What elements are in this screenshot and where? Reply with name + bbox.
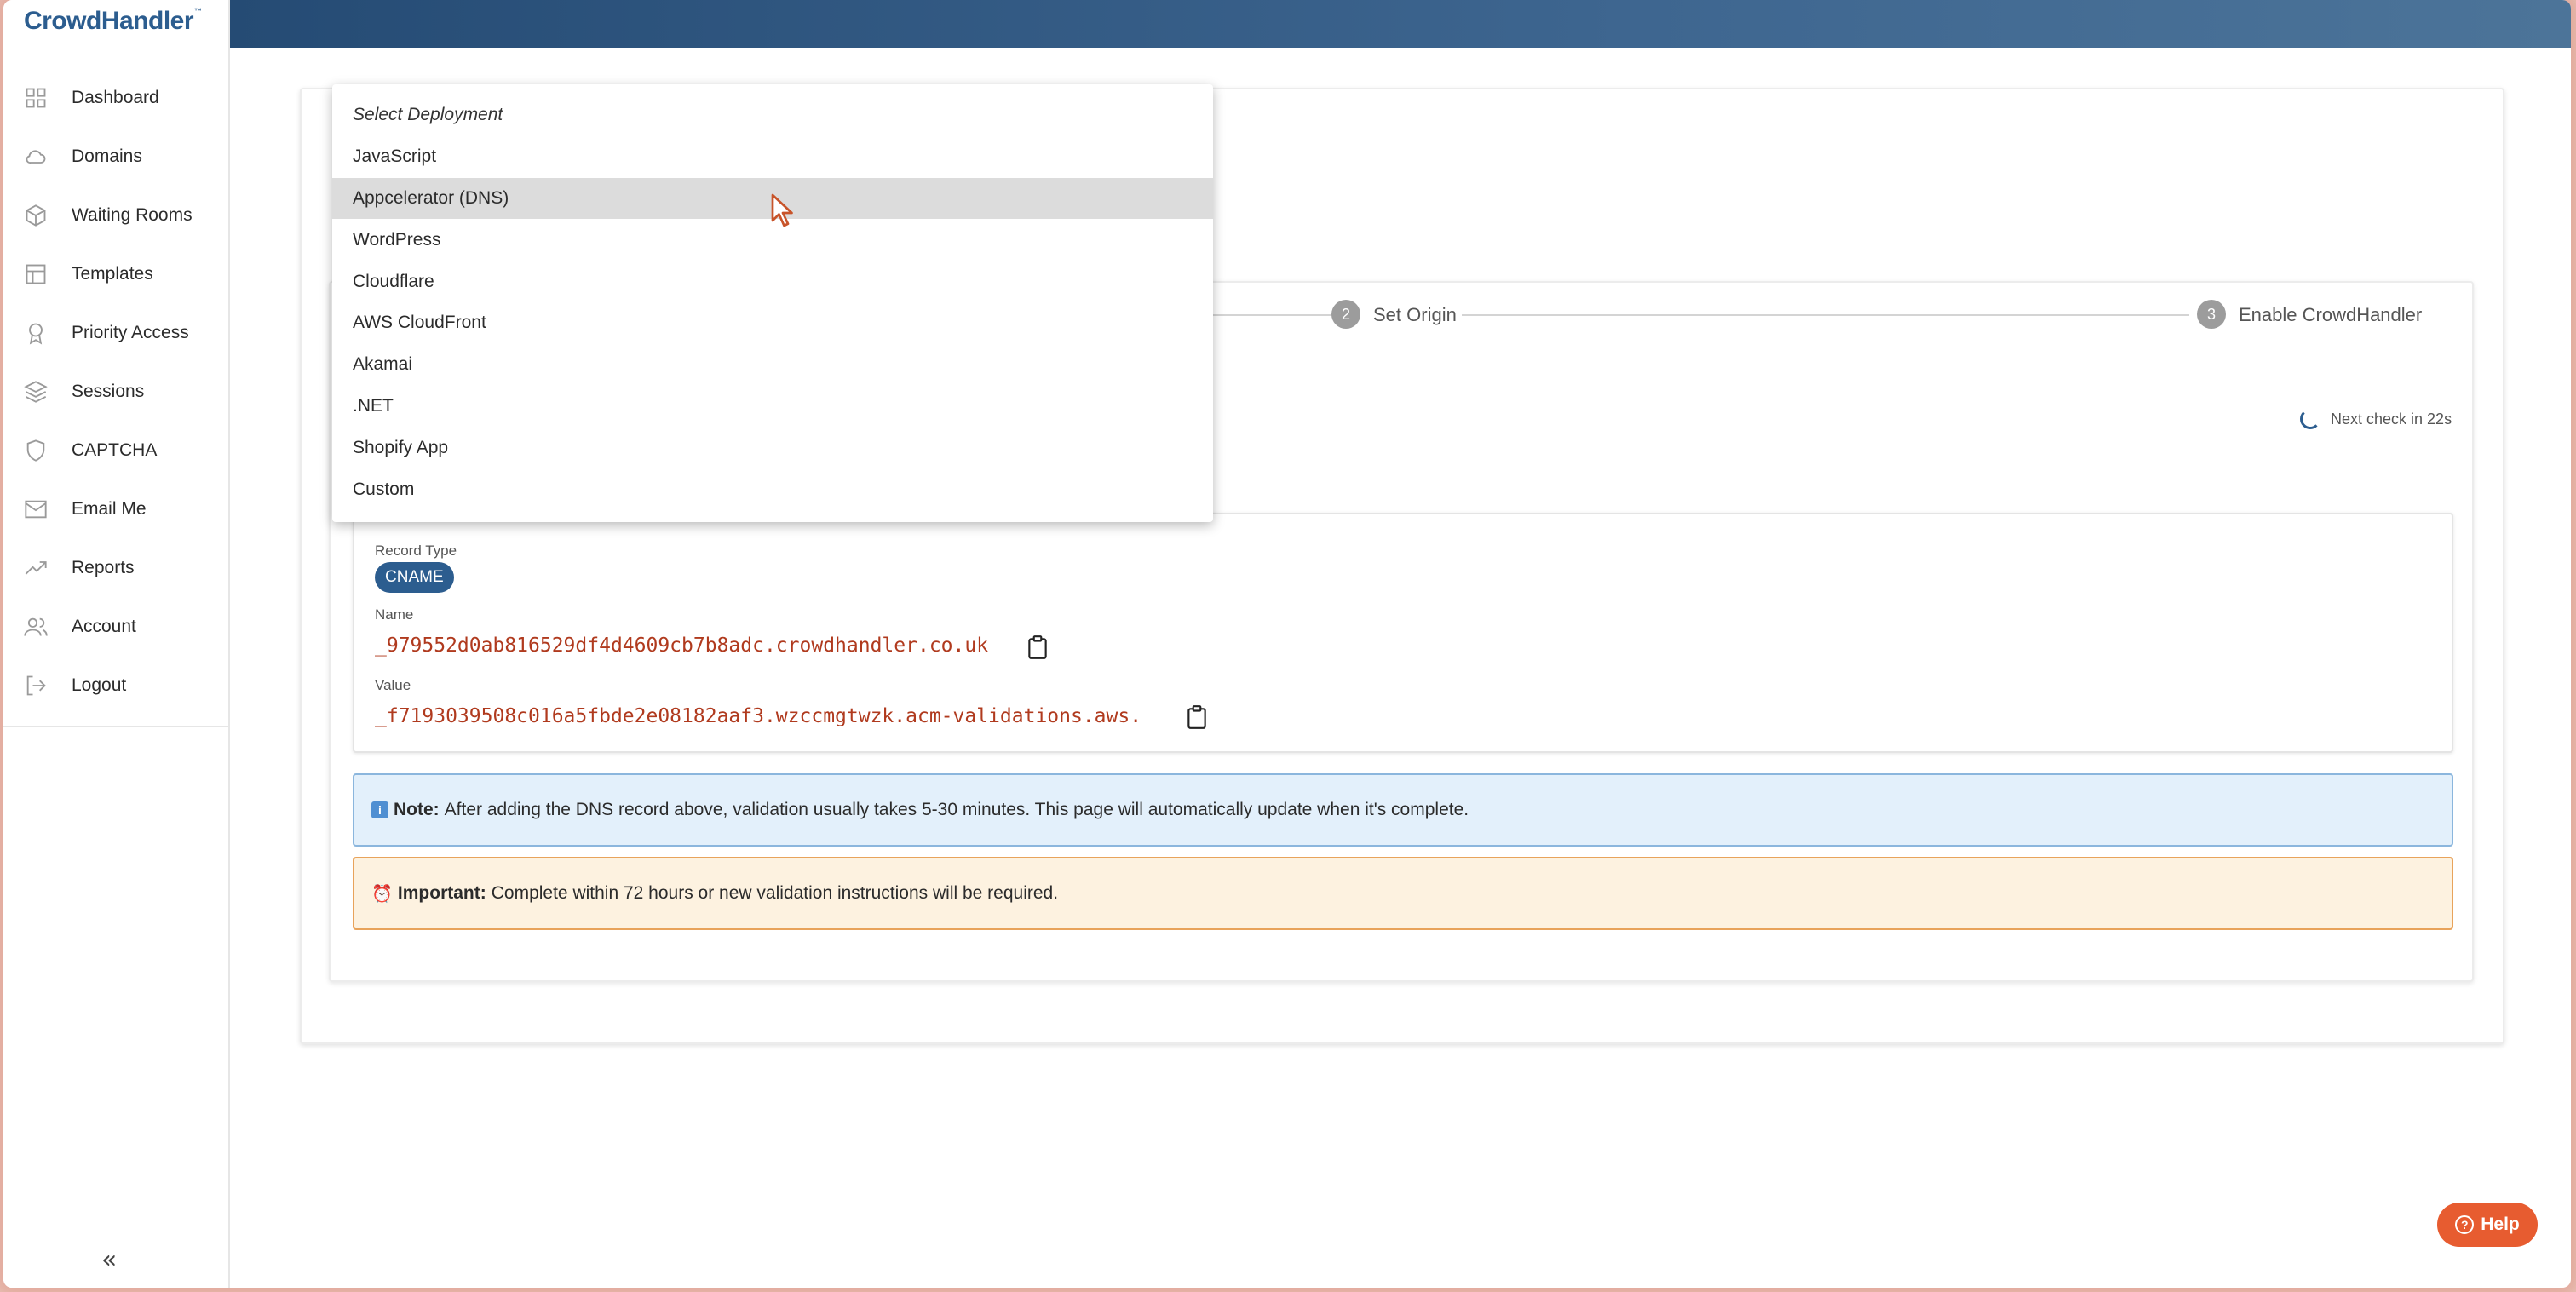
note-text: After adding the DNS record above, valid… xyxy=(444,800,1469,819)
sidebar-item-label: Sessions xyxy=(72,381,145,401)
question-icon: ? xyxy=(2455,1215,2475,1234)
help-label: Help xyxy=(2481,1214,2520,1234)
record-type-label: Record Type xyxy=(375,543,457,559)
step-number-badge: 3 xyxy=(2197,300,2226,329)
trending-icon xyxy=(22,554,49,582)
logout-icon xyxy=(22,672,49,699)
logo-text: CrowdHandler xyxy=(24,7,194,35)
important-text: Complete within 72 hours or new validati… xyxy=(491,883,1059,903)
next-check-text: Next check in 22s xyxy=(2331,410,2452,428)
loading-spinner-icon xyxy=(2300,409,2320,429)
shield-icon xyxy=(22,437,49,464)
sidebar-item-waiting-rooms[interactable]: Waiting Rooms xyxy=(3,186,230,244)
important-callout: ⏰ Important: Complete within 72 hours or… xyxy=(353,857,2453,930)
sidebar-item-account[interactable]: Account xyxy=(3,597,230,656)
copy-name-clipboard-icon[interactable] xyxy=(1026,635,1049,660)
grid-icon xyxy=(22,84,49,112)
sidebar-item-label: Logout xyxy=(72,675,127,695)
value-label: Value xyxy=(375,677,411,693)
sidebar-item-label: Email Me xyxy=(72,498,147,519)
collapse-sidebar-button[interactable]: « xyxy=(101,1245,117,1275)
important-prefix: Important: xyxy=(397,883,486,903)
dropdown-option-javascript[interactable]: JavaScript xyxy=(332,136,1213,178)
sidebar-item-logout[interactable]: Logout xyxy=(3,656,230,715)
layout-icon xyxy=(22,261,49,288)
info-icon: i xyxy=(371,801,388,818)
sidebar-nav: Dashboard Domains Waiting Rooms Template… xyxy=(3,68,230,715)
sidebar-item-label: Account xyxy=(72,616,136,636)
sidebar-item-captcha[interactable]: CAPTCHA xyxy=(3,421,230,479)
users-icon xyxy=(22,613,49,640)
copy-value-clipboard-icon[interactable] xyxy=(1186,704,1208,730)
help-button[interactable]: ? Help xyxy=(2437,1203,2538,1247)
dropdown-option-cloudflare[interactable]: Cloudflare xyxy=(332,261,1213,302)
logo[interactable]: CrowdHandler™ xyxy=(24,7,202,36)
sidebar-item-label: Priority Access xyxy=(72,322,189,342)
note-prefix: Note: xyxy=(394,800,440,819)
stepper-line xyxy=(1462,314,2189,316)
dropdown-option-akamai[interactable]: Akamai xyxy=(332,344,1213,386)
sidebar-item-label: Domains xyxy=(72,146,142,166)
dropdown-option-shopify-app[interactable]: Shopify App xyxy=(332,427,1213,468)
cube-icon xyxy=(22,202,49,229)
sidebar-item-sessions[interactable]: Sessions xyxy=(3,362,230,421)
cloud-icon xyxy=(22,143,49,170)
record-value-value[interactable]: _f7193039508c016a5fbde2e08182aaf3.wzccmg… xyxy=(375,705,1141,727)
dropdown-option-dotnet[interactable]: .NET xyxy=(332,386,1213,428)
mouse-pointer-icon xyxy=(770,192,796,228)
dropdown-option-custom[interactable]: Custom xyxy=(332,468,1213,510)
record-type-badge: CNAME xyxy=(375,562,454,593)
next-check-status: Next check in 22s xyxy=(2300,409,2452,429)
step-label-enable-crowdhandler: Enable CrowdHandler xyxy=(2239,304,2423,325)
step-label-set-origin: Set Origin xyxy=(1373,304,1457,325)
note-callout: i Note: After adding the DNS record abov… xyxy=(353,773,2453,847)
sidebar-item-label: Waiting Rooms xyxy=(72,204,193,225)
sidebar-item-reports[interactable]: Reports xyxy=(3,538,230,597)
dropdown-option-aws-cloudfront[interactable]: AWS CloudFront xyxy=(332,302,1213,344)
sidebar-item-priority-access[interactable]: Priority Access xyxy=(3,303,230,362)
deployment-dropdown-menu[interactable]: Select Deployment JavaScript Appcelerato… xyxy=(332,84,1213,522)
sidebar: CrowdHandler™ Dashboard Domains Waiting … xyxy=(3,0,230,1288)
mail-icon xyxy=(22,496,49,523)
record-name-value[interactable]: _979552d0ab816529df4d4609cb7b8adc.crowdh… xyxy=(375,635,988,657)
sidebar-item-domains[interactable]: Domains xyxy=(3,127,230,186)
sidebar-item-dashboard[interactable]: Dashboard xyxy=(3,68,230,127)
sidebar-item-label: Dashboard xyxy=(72,87,159,107)
layers-icon xyxy=(22,378,49,405)
sidebar-item-email-me[interactable]: Email Me xyxy=(3,479,230,538)
sidebar-item-label: Reports xyxy=(72,557,135,577)
stepper-line xyxy=(1213,314,1332,316)
trademark: ™ xyxy=(194,7,202,15)
sidebar-item-label: Templates xyxy=(72,263,153,284)
top-banner xyxy=(230,0,2571,48)
dropdown-header: Select Deployment xyxy=(353,105,503,125)
sidebar-item-label: CAPTCHA xyxy=(72,439,158,460)
name-label: Name xyxy=(375,606,414,623)
sidebar-divider xyxy=(3,726,230,727)
award-icon xyxy=(22,319,49,347)
sidebar-item-templates[interactable]: Templates xyxy=(3,244,230,303)
step-number-badge: 2 xyxy=(1331,300,1360,329)
alarm-clock-icon: ⏰ xyxy=(371,883,393,904)
